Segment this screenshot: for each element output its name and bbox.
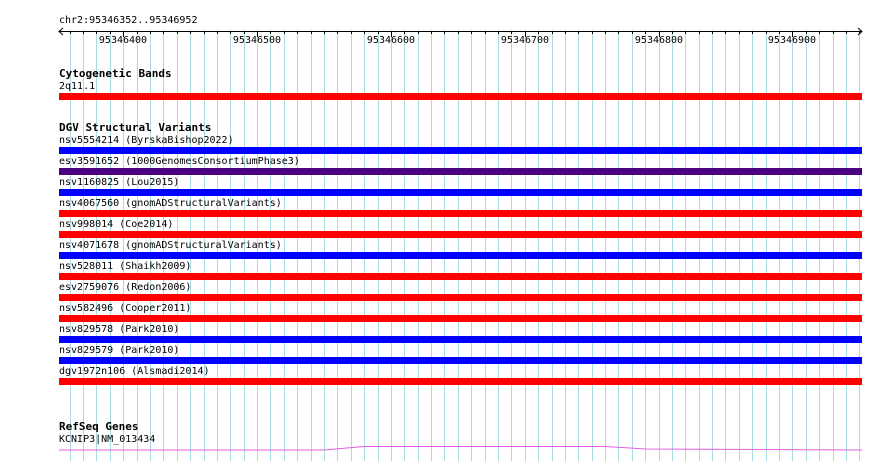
- dgv-feature-label: esv3591652 (1000GenomesConsortiumPhase3): [59, 156, 300, 167]
- dgv-feature-bar[interactable]: [59, 336, 862, 343]
- dgv-feature-label: nsv829578 (Park2010): [59, 324, 180, 335]
- ruler-tick-label: 95346800: [634, 35, 684, 46]
- cytoband-feature[interactable]: [59, 93, 862, 100]
- dgv-feature-label: nsv4071678 (gnomADStructuralVariants): [59, 240, 282, 251]
- ruler-tick-label: 95346700: [500, 35, 550, 46]
- dgv-feature-bar[interactable]: [59, 189, 862, 196]
- refseq-gene-intron-line: [59, 446, 863, 451]
- cytoband-track-title: Cytogenetic Bands: [59, 67, 172, 80]
- refseq-gene-feature[interactable]: [0, 444, 890, 458]
- dgv-feature-bar[interactable]: [59, 252, 862, 259]
- dgv-feature-bar[interactable]: [59, 294, 862, 301]
- genome-browser-canvas: chr2:95346352..95346952 95346400 95346500…: [0, 0, 890, 461]
- dgv-feature-bar[interactable]: [59, 357, 862, 364]
- dgv-track-title: DGV Structural Variants: [59, 121, 212, 134]
- dgv-feature-label: dgv1972n106 (Alsmadi2014): [59, 366, 210, 377]
- ruler-tick-label: 95346900: [767, 35, 817, 46]
- refseq-track-title: RefSeq Genes: [59, 420, 139, 433]
- dgv-feature-label: nsv998014 (Coe2014): [59, 219, 174, 230]
- dgv-feature-label: nsv528011 (Shaikh2009): [59, 261, 192, 272]
- ruler-tick-label: 95346500: [232, 35, 282, 46]
- dgv-feature-bar[interactable]: [59, 231, 862, 238]
- dgv-feature-bar[interactable]: [59, 378, 862, 385]
- dgv-feature-label: nsv582496 (Cooper2011): [59, 303, 192, 314]
- dgv-feature-bar[interactable]: [59, 147, 862, 154]
- dgv-feature-label: nsv1160825 (Lou2015): [59, 177, 180, 188]
- dgv-feature-label: nsv5554214 (ByrskaBishop2022): [59, 135, 234, 146]
- dgv-feature-bar[interactable]: [59, 315, 862, 322]
- ruler-tick-label: 95346400: [98, 35, 148, 46]
- dgv-feature-bar[interactable]: [59, 210, 862, 217]
- dgv-feature-label: esv2759076 (Redon2006): [59, 282, 192, 293]
- ruler-tick-label: 95346600: [366, 35, 416, 46]
- dgv-feature-bar[interactable]: [59, 273, 862, 280]
- dgv-feature-label: nsv829579 (Park2010): [59, 345, 180, 356]
- cytoband-label: 2q11.1: [59, 81, 96, 92]
- dgv-feature-label: nsv4067560 (gnomADStructuralVariants): [59, 198, 282, 209]
- dgv-feature-bar[interactable]: [59, 168, 862, 175]
